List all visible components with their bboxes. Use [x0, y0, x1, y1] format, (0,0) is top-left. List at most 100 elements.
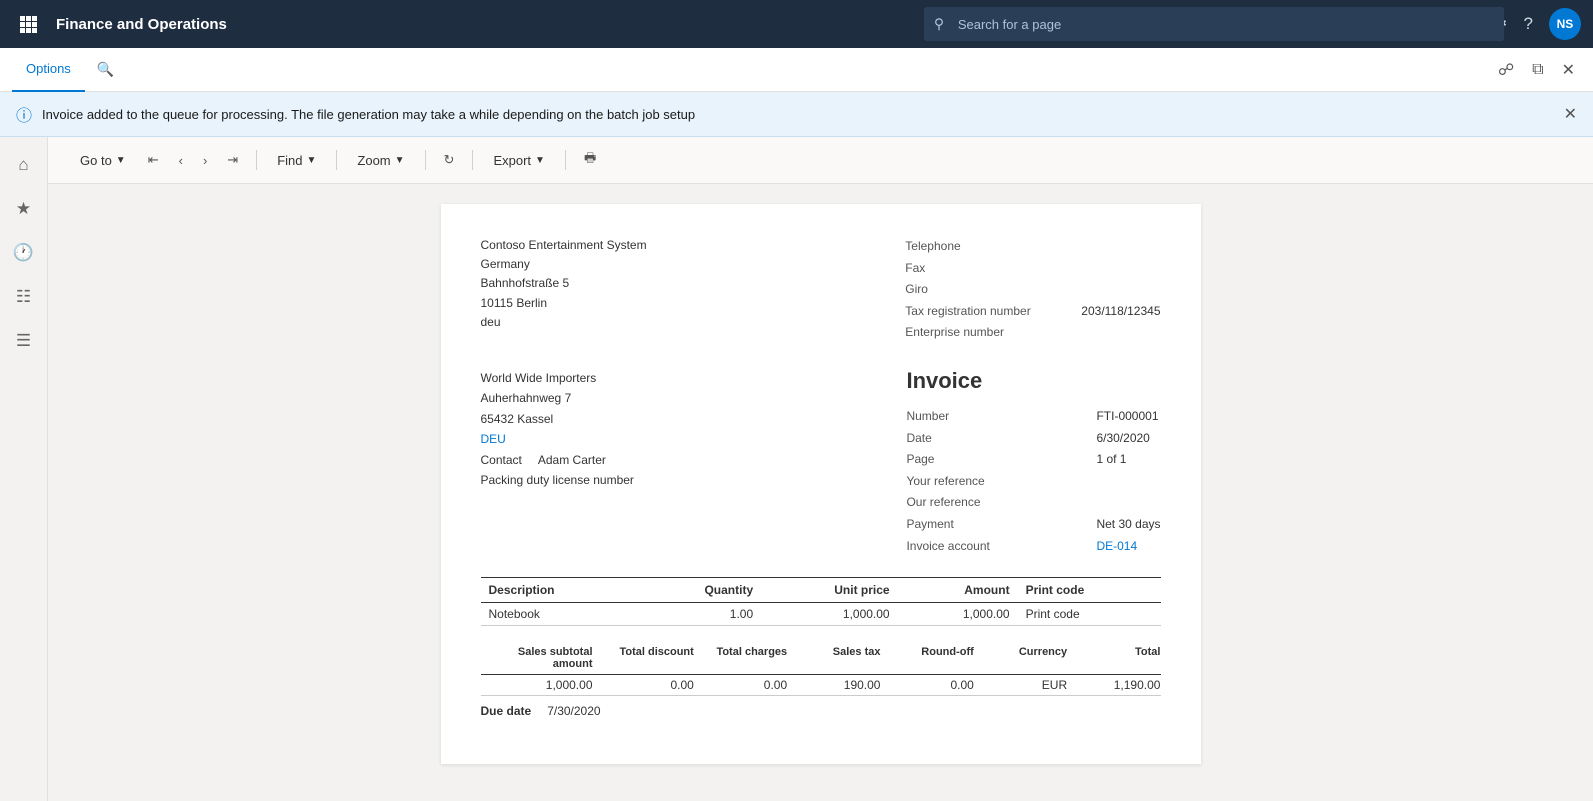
- next-page-button[interactable]: ›: [197, 149, 213, 172]
- divider-5: [565, 150, 566, 170]
- row-print-code: Print code: [1018, 603, 1161, 626]
- tab-options[interactable]: Options: [12, 48, 85, 92]
- fax-label: Fax: [905, 258, 1065, 280]
- due-date-label: Due date: [481, 704, 532, 718]
- total-charges-header: Total charges: [694, 646, 787, 670]
- invoice-account-value[interactable]: DE-014: [1096, 536, 1137, 558]
- invoice-title: Invoice: [906, 368, 1160, 394]
- total-discount-value: 0.00: [601, 678, 694, 692]
- open-new-window-icon[interactable]: ⧉: [1526, 55, 1549, 85]
- invoice-page-row: Page 1 of 1: [906, 449, 1160, 471]
- sidebar-favorites-icon[interactable]: ★: [4, 189, 44, 229]
- sender-city: 10115 Berlin: [481, 294, 647, 313]
- sidebar-modules-icon[interactable]: ☰: [4, 321, 44, 361]
- goto-button[interactable]: Go to ▼: [72, 149, 134, 172]
- bank-giro-row: Giro: [905, 279, 1160, 301]
- toolbar-right: ☍ ⧉ ✕: [1492, 54, 1581, 86]
- round-off-value: 0.00: [880, 678, 973, 692]
- toolbar-search-icon[interactable]: 🔍: [89, 53, 122, 86]
- sales-subtotal-header: Sales subtotal amount: [481, 646, 601, 670]
- invoice-account-label: Invoice account: [906, 536, 1036, 558]
- report-toolbar: Go to ▼ ⇤ ‹ › ⇥ Find ▼ Zoom ▼ ↻ Export ▼: [48, 137, 1593, 184]
- col-description: Description: [481, 578, 638, 603]
- last-page-button[interactable]: ⇥: [221, 148, 244, 172]
- bank-telephone-row: Telephone: [905, 236, 1160, 258]
- refresh-button[interactable]: ↻: [438, 148, 461, 172]
- info-icon: ⓘ: [16, 102, 32, 126]
- sidebar-recent-icon[interactable]: 🕐: [4, 233, 44, 273]
- enterprise-label: Enterprise number: [905, 322, 1065, 344]
- tax-reg-label: Tax registration number: [905, 301, 1065, 323]
- app-title: Finance and Operations: [56, 16, 227, 33]
- divider-3: [425, 150, 426, 170]
- invoice-date-row: Date 6/30/2020: [906, 428, 1160, 450]
- total-charges-value: 0.00: [694, 678, 787, 692]
- find-button[interactable]: Find ▼: [269, 149, 324, 172]
- help-icon[interactable]: ?: [1524, 14, 1533, 34]
- find-chevron-icon: ▼: [307, 155, 317, 166]
- currency-header: Currency: [974, 646, 1067, 670]
- due-date-row: Due date 7/30/2020: [481, 704, 1161, 718]
- zoom-chevron-icon: ▼: [395, 155, 405, 166]
- sender-info: Contoso Entertainment System Germany Bah…: [481, 236, 647, 344]
- packing-label: Packing duty license number: [481, 470, 634, 490]
- invoice-account-row: Invoice account DE-014: [906, 536, 1160, 558]
- totals-header-row: Sales subtotal amount Total discount Tot…: [481, 642, 1161, 675]
- contact-label: Contact: [481, 450, 522, 470]
- col-print-code: Print code: [1018, 578, 1161, 603]
- recipient-street: Auherhahnweg 7: [481, 388, 634, 408]
- grid-menu-icon[interactable]: [12, 8, 44, 40]
- giro-label: Giro: [905, 279, 1065, 301]
- divider-4: [472, 150, 473, 170]
- number-value: FTI-000001: [1096, 406, 1158, 428]
- banner-message: Invoice added to the queue for processin…: [42, 107, 695, 122]
- divider-2: [336, 150, 337, 170]
- col-unit-price: Unit price: [761, 578, 897, 603]
- recipient-country-code[interactable]: DEU: [481, 429, 634, 449]
- left-sidebar: ⌂ ★ 🕐 ☷ ☰: [0, 137, 48, 801]
- sidebar-workspaces-icon[interactable]: ☷: [4, 277, 44, 317]
- doc-header-section: Contoso Entertainment System Germany Bah…: [481, 236, 1161, 344]
- divider-1: [256, 150, 257, 170]
- telephone-label: Telephone: [905, 236, 1065, 258]
- collapse-panel-icon[interactable]: ☍: [1492, 54, 1520, 86]
- our-ref-label: Our reference: [906, 492, 1036, 514]
- sender-country: Germany: [481, 255, 647, 274]
- contact-value: Adam Carter: [538, 450, 606, 470]
- page-label: Page: [906, 449, 1036, 471]
- banner-close-icon[interactable]: ✕: [1564, 104, 1577, 124]
- search-input[interactable]: [924, 7, 1504, 41]
- number-label: Number: [906, 406, 1036, 428]
- document-view: Go to ▼ ⇤ ‹ › ⇥ Find ▼ Zoom ▼ ↻ Export ▼: [48, 137, 1593, 801]
- info-banner: ⓘ Invoice added to the queue for process…: [0, 92, 1593, 137]
- invoice-payment-row: Payment Net 30 days: [906, 514, 1160, 536]
- totals-data-row: 1,000.00 0.00 0.00 190.00 0.00 EUR 1,190…: [481, 675, 1161, 696]
- print-button[interactable]: 🖶: [578, 145, 602, 175]
- payment-value: Net 30 days: [1096, 514, 1160, 536]
- invoice-document: Contoso Entertainment System Germany Bah…: [441, 204, 1201, 764]
- totals-section: Sales subtotal amount Total discount Tot…: [481, 642, 1161, 696]
- main-area: ⌂ ★ 🕐 ☷ ☰ Go to ▼ ⇤ ‹ › ⇥ Find ▼ Zoom ▼: [0, 137, 1593, 801]
- avatar[interactable]: NS: [1549, 8, 1581, 40]
- first-page-button[interactable]: ⇤: [142, 148, 165, 172]
- toolbar-bar: Options 🔍 ☍ ⧉ ✕: [0, 48, 1593, 92]
- row-amount: 1,000.00: [898, 603, 1018, 626]
- your-ref-label: Your reference: [906, 471, 1036, 493]
- close-icon[interactable]: ✕: [1556, 54, 1581, 86]
- bank-tax-reg-row: Tax registration number 203/118/12345: [905, 301, 1160, 323]
- invoice-details-block: Invoice Number FTI-000001 Date 6/30/2020…: [906, 368, 1160, 557]
- zoom-button[interactable]: Zoom ▼: [349, 149, 412, 172]
- round-off-header: Round-off: [880, 646, 973, 670]
- prev-page-button[interactable]: ‹: [173, 149, 189, 172]
- row-unit-price: 1,000.00: [761, 603, 897, 626]
- sender-street: Bahnhofstraße 5: [481, 274, 647, 293]
- sales-tax-header: Sales tax: [787, 646, 880, 670]
- recipient-company: World Wide Importers: [481, 368, 634, 388]
- search-icon: ⚲: [934, 16, 944, 33]
- export-button[interactable]: Export ▼: [485, 149, 552, 172]
- currency-value: EUR: [974, 678, 1067, 692]
- row-description: Notebook: [481, 603, 638, 626]
- doc-invoice-section: World Wide Importers Auherhahnweg 7 6543…: [481, 368, 1161, 557]
- sidebar-home-icon[interactable]: ⌂: [4, 145, 44, 185]
- search-bar[interactable]: ⚲: [924, 7, 1504, 41]
